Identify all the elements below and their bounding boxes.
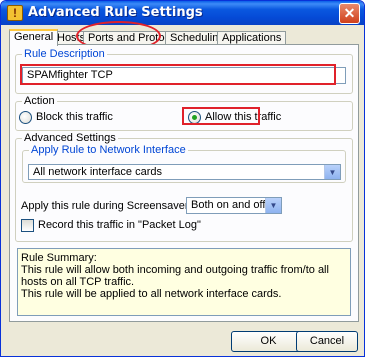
chevron-down-icon[interactable]: ▼ <box>265 198 281 213</box>
annotation-box-description <box>20 64 336 85</box>
chevron-down-icon[interactable]: ▼ <box>324 165 340 179</box>
screensaver-value: Both on and off <box>191 199 266 211</box>
tab-applications[interactable]: Applications <box>217 31 287 45</box>
block-traffic-radio[interactable] <box>19 111 32 124</box>
action-legend: Action <box>22 95 57 107</box>
ok-button[interactable]: OK <box>231 331 306 352</box>
network-interface-legend: Apply Rule to Network Interface <box>29 144 188 156</box>
rule-description-legend: Rule Description <box>22 48 107 60</box>
advanced-settings-group: Advanced Settings Apply Rule to Network … <box>15 132 353 242</box>
tab-panel-general: Rule Description SPAMfighter TCP Action … <box>9 44 359 322</box>
cancel-button[interactable]: Cancel <box>296 331 358 352</box>
packet-log-checkbox[interactable] <box>21 219 34 232</box>
rule-summary-title: Rule Summary: <box>21 252 97 264</box>
packet-log-label: Record this traffic in "Packet Log" <box>38 219 201 231</box>
network-interface-value: All network interface cards <box>33 166 162 178</box>
window-title: Advanced Rule Settings <box>28 5 203 20</box>
block-traffic-label: Block this traffic <box>36 111 113 123</box>
rule-settings-icon: ! <box>7 5 23 21</box>
network-interface-select[interactable]: All network interface cards ▼ <box>28 164 341 180</box>
network-interface-group: Apply Rule to Network Interface All netw… <box>22 144 346 183</box>
tab-general[interactable]: General <box>9 29 59 46</box>
advanced-settings-legend: Advanced Settings <box>22 132 118 144</box>
rule-summary-line-1: This rule will allow both incoming and o… <box>21 264 329 288</box>
rule-summary-line-2: This rule will be applied to all network… <box>21 288 282 300</box>
close-button[interactable]: ✕ <box>339 3 360 24</box>
dialog-window: ! Advanced Rule Settings ✕ General Hosts… <box>0 0 365 357</box>
title-bar[interactable]: ! Advanced Rule Settings ✕ <box>1 1 364 25</box>
rule-summary: Rule Summary: This rule will allow both … <box>17 248 351 316</box>
screensaver-select[interactable]: Both on and off ▼ <box>186 197 282 214</box>
annotation-box-allow <box>182 107 260 125</box>
